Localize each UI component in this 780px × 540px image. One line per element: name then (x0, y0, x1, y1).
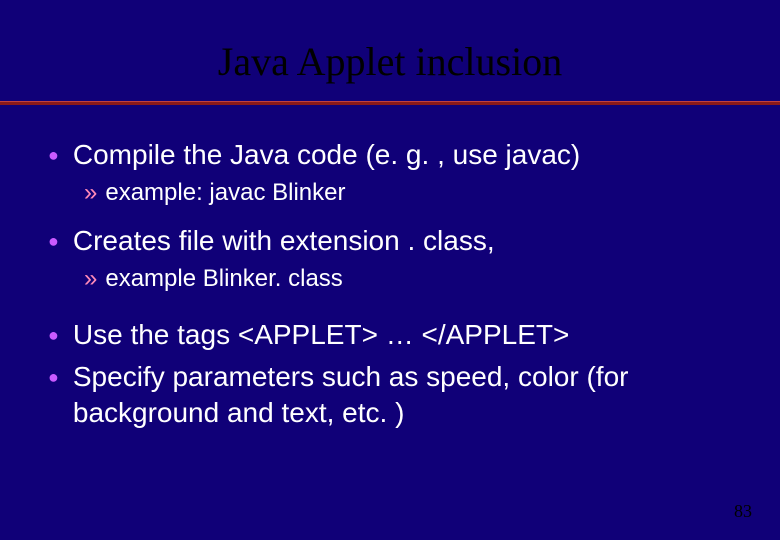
slide-title: Java Applet inclusion (0, 0, 780, 101)
bullet-text: Use the tags <APPLET> … </APPLET> (73, 317, 569, 353)
chevron-icon: » (84, 177, 97, 209)
bullet-item: ● Use the tags <APPLET> … </APPLET> (48, 317, 732, 353)
page-number: 83 (734, 501, 752, 522)
bullet-text: Creates file with extension . class, (73, 223, 495, 259)
bullet-item: ● Compile the Java code (e. g. , use jav… (48, 137, 732, 173)
chevron-icon: » (84, 263, 97, 295)
bullet-text: Specify parameters such as speed, color … (73, 359, 732, 431)
dot-icon: ● (48, 317, 59, 353)
bullet-item: ● Specify parameters such as speed, colo… (48, 359, 732, 431)
dot-icon: ● (48, 137, 59, 173)
slide-content: ● Compile the Java code (e. g. , use jav… (0, 105, 780, 431)
sub-bullet-text: example Blinker. class (105, 263, 342, 295)
bullet-text: Compile the Java code (e. g. , use javac… (73, 137, 580, 173)
sub-bullet-item: » example Blinker. class (84, 263, 732, 295)
sub-bullet-text: example: javac Blinker (105, 177, 345, 209)
sub-bullet-item: » example: javac Blinker (84, 177, 732, 209)
dot-icon: ● (48, 223, 59, 259)
dot-icon: ● (48, 359, 59, 395)
bullet-item: ● Creates file with extension . class, (48, 223, 732, 259)
